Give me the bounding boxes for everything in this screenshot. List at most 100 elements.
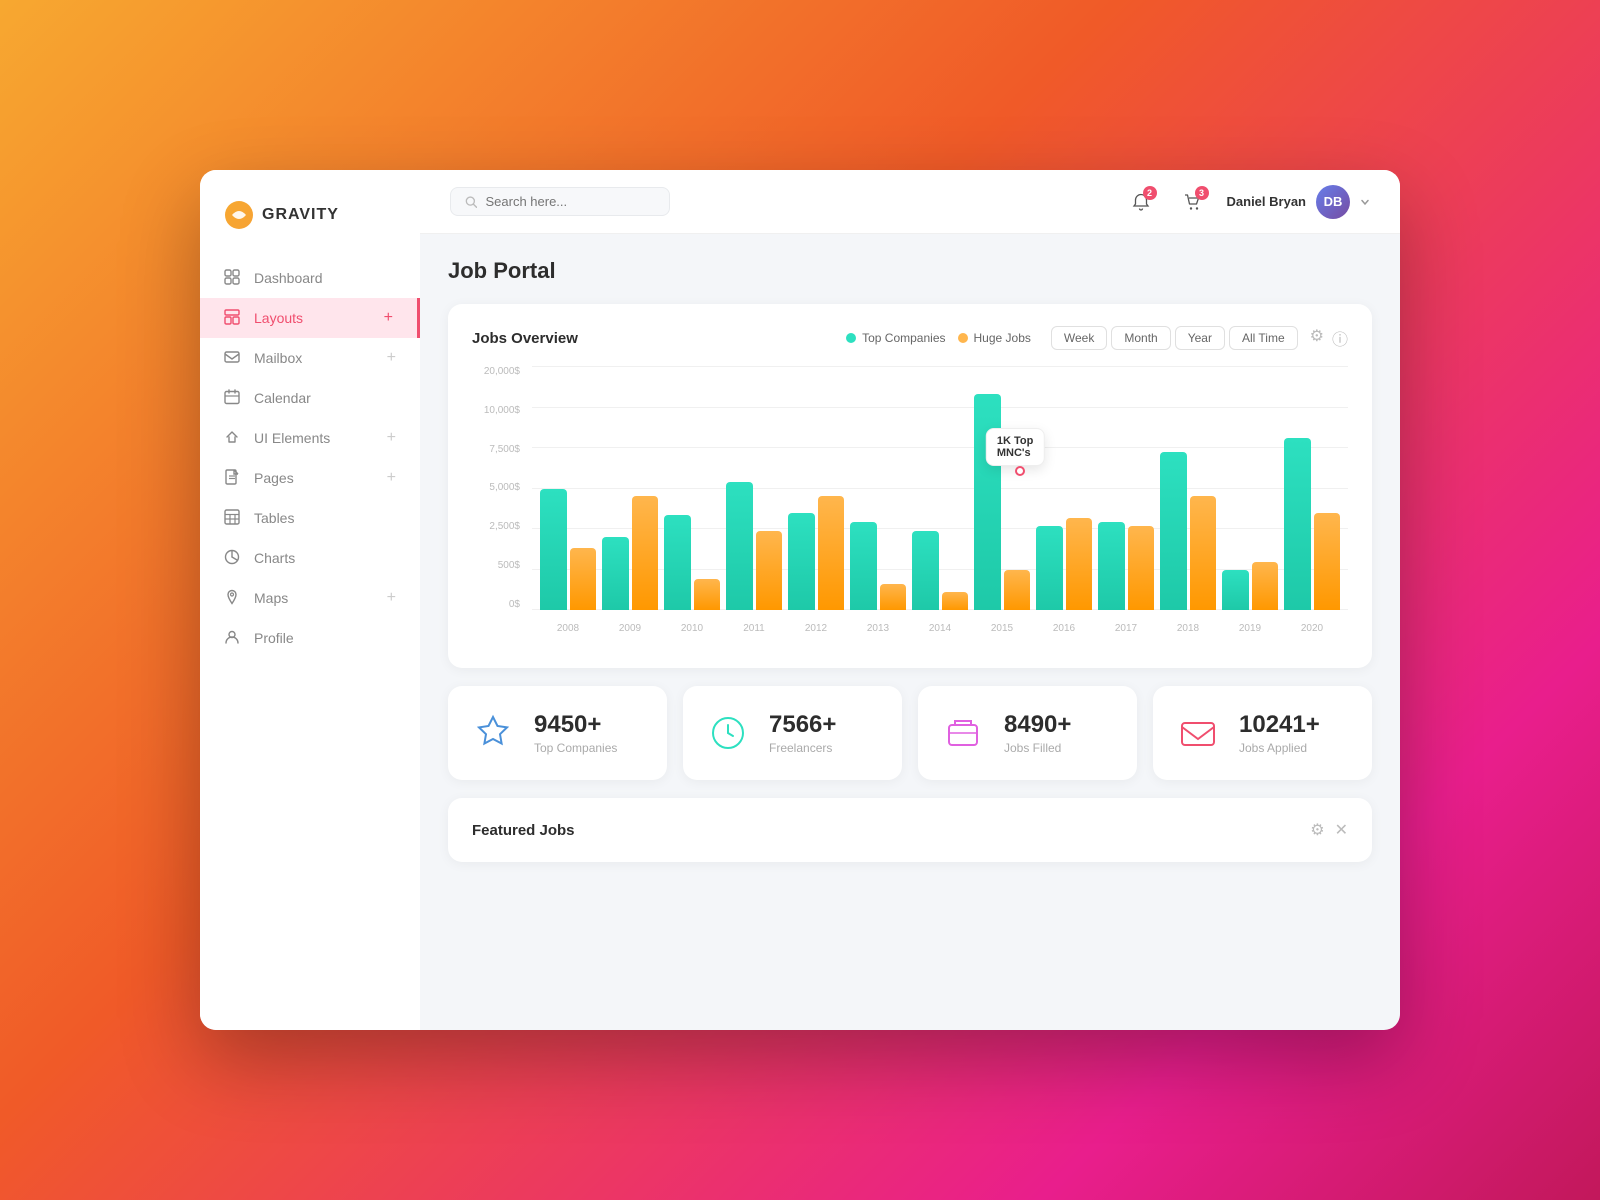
nav-plus-pages[interactable]: + [387,469,396,487]
sidebar-item-tables[interactable]: Tables [200,498,420,538]
settings-icon[interactable]: ⚙ [1310,326,1324,350]
bar-group[interactable] [540,489,596,610]
nav-label-calendar: Calendar [254,390,311,406]
bar-group[interactable] [664,515,720,610]
sidebar-item-dashboard[interactable]: Dashboard [200,258,420,298]
header: 2 3 Daniel Bryan DB [420,170,1400,234]
user-avatar: DB [1316,185,1350,219]
bar-teal [1222,570,1249,610]
notification-button[interactable]: 2 [1123,184,1159,220]
bar-group[interactable] [850,522,906,610]
bar-orange [1004,570,1031,610]
notification-badge: 2 [1143,186,1157,200]
time-filter-week[interactable]: Week [1051,326,1107,350]
bar-group[interactable] [602,496,658,610]
stat-value: 10241+ [1239,711,1320,739]
time-filter-month[interactable]: Month [1111,326,1170,350]
featured-settings-icon[interactable]: ⚙ [1310,820,1324,840]
bar-group[interactable] [1098,522,1154,610]
stat-value: 7566+ [769,711,836,739]
bar-orange [1190,496,1217,610]
bar-group[interactable] [1160,452,1216,610]
y-axis-label: 500$ [498,560,520,571]
sidebar-item-ui-elements[interactable]: UI Elements + [200,418,420,458]
x-axis-label: 2012 [788,610,844,646]
bar-orange [570,548,597,610]
y-axis-label: 20,000$ [484,366,520,377]
bar-orange [942,592,969,610]
legend-dot-orange [958,333,968,343]
sidebar-item-profile[interactable]: Profile [200,618,420,658]
stat-card-1: 7566+ Freelancers [683,686,902,780]
nav-plus-ui-elements[interactable]: + [387,429,396,447]
time-filters: WeekMonthYearAll Time [1051,326,1298,350]
mail-icon [1173,708,1223,758]
bar-group[interactable] [1036,518,1092,610]
cart-button[interactable]: 3 [1175,184,1211,220]
logo-icon [224,200,254,230]
x-axis-label: 2015 [974,610,1030,646]
calendar-icon [224,389,242,407]
bar-teal [726,482,753,610]
nav-label-pages: Pages [254,470,294,486]
user-menu[interactable]: Daniel Bryan DB [1227,185,1370,219]
bar-teal [1160,452,1187,610]
stat-value: 9450+ [534,711,617,739]
sidebar-item-calendar[interactable]: Calendar [200,378,420,418]
bar-orange [880,584,907,610]
time-filter-year[interactable]: Year [1175,326,1225,350]
stat-value: 8490+ [1004,711,1071,739]
search-bar[interactable] [450,187,670,216]
chart-settings[interactable]: ⚙ ⓘ [1310,326,1348,350]
nav-label-dashboard: Dashboard [254,270,323,286]
nav-plus-layouts[interactable]: + [384,309,393,327]
dashboard-icon [224,269,242,287]
profile-icon [224,629,242,647]
main-area: 2 3 Daniel Bryan DB [420,170,1400,1030]
nav-label-profile: Profile [254,630,294,646]
x-axis-label: 2008 [540,610,596,646]
x-axis-label: 2020 [1284,610,1340,646]
bar-teal [540,489,567,610]
nav-label-mailbox: Mailbox [254,350,302,366]
nav-plus-maps[interactable]: + [387,589,396,607]
bar-group[interactable] [726,482,782,610]
stat-card-3: 10241+ Jobs Applied [1153,686,1372,780]
bar-group[interactable] [788,496,844,610]
charts-icon [224,549,242,567]
bar-group[interactable] [1222,562,1278,610]
sidebar-item-layouts[interactable]: Layouts + [200,298,420,338]
featured-jobs-header: Featured Jobs ⚙ ✕ [472,820,1348,840]
sidebar-item-mailbox[interactable]: Mailbox + [200,338,420,378]
search-input[interactable] [485,194,655,209]
bar-teal [1284,438,1311,610]
x-axis-label: 2016 [1036,610,1092,646]
logo-area: GRAVITY [200,190,420,258]
bar-group[interactable] [912,531,968,610]
sidebar-item-maps[interactable]: Maps + [200,578,420,618]
info-icon[interactable]: ⓘ [1332,326,1348,350]
bar-orange [756,531,783,610]
bar-teal [1098,522,1125,610]
sidebar-item-charts[interactable]: Charts [200,538,420,578]
bar-group[interactable] [974,394,1030,610]
sidebar-item-pages[interactable]: Pages + [200,458,420,498]
nav-plus-mailbox[interactable]: + [387,349,396,367]
stat-card-2: 8490+ Jobs Filled [918,686,1137,780]
chevron-down-icon [1360,197,1370,207]
bar-group[interactable] [1284,438,1340,610]
stat-label: Jobs Applied [1239,741,1320,755]
x-axis-labels: 2008200920102011201220132014201520162017… [532,610,1348,646]
cart-badge: 3 [1195,186,1209,200]
stat-label: Top Companies [534,741,617,755]
bar-teal [664,515,691,610]
featured-close-icon[interactable]: ✕ [1335,820,1348,840]
bar-teal [850,522,877,610]
featured-jobs-title: Featured Jobs [472,822,575,839]
bar-teal [974,394,1001,610]
user-name: Daniel Bryan [1227,194,1306,209]
time-filter-all time[interactable]: All Time [1229,326,1298,350]
y-axis-label: 5,000$ [489,482,520,493]
nav-label-charts: Charts [254,550,295,566]
bar-orange [1314,513,1341,610]
